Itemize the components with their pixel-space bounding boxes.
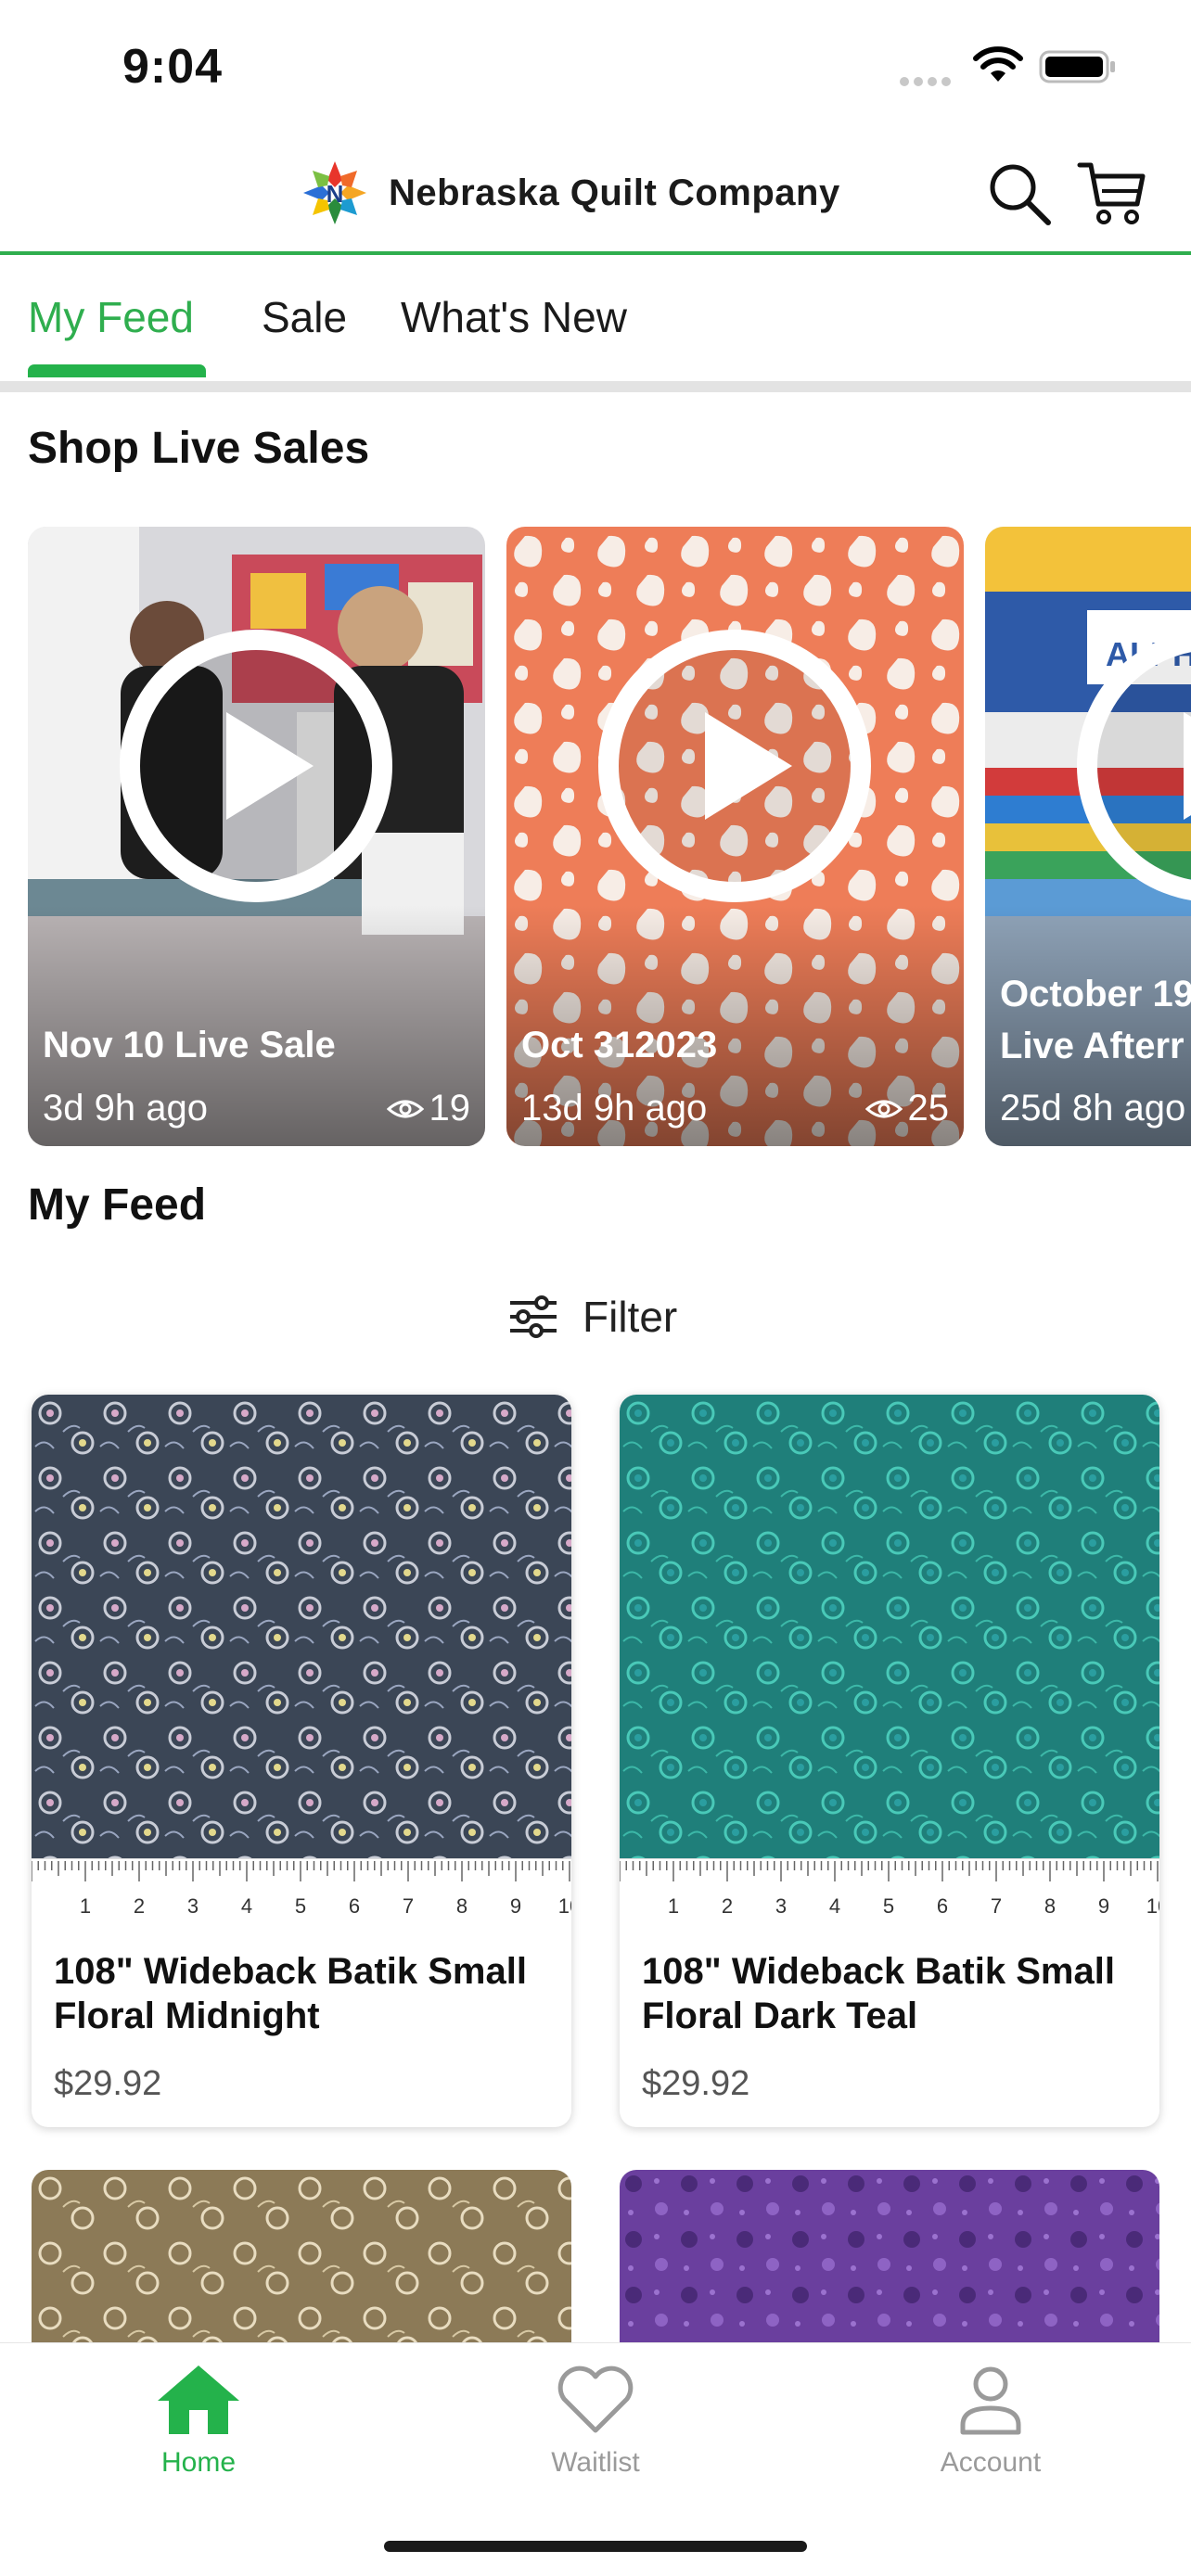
status-bar: 9:04 xyxy=(0,0,1191,130)
live-sale-card[interactable]: Oct 312023 13d 9h ago 25 xyxy=(506,527,964,1146)
nav-waitlist[interactable]: Waitlist xyxy=(503,2362,688,2479)
ruler-number: 1 xyxy=(668,1894,679,1918)
product-card[interactable]: 1 2 3 4 5 6 7 8 9 10 108" Wideback Batik Small Fl… xyxy=(32,1395,571,2127)
nav-account[interactable]: Account xyxy=(898,2362,1083,2479)
ruler-number: 1 xyxy=(80,1894,91,1918)
home-icon xyxy=(158,2366,239,2434)
top-tabs: My Feed Sale What's New xyxy=(0,259,1191,381)
nav-waitlist-label: Waitlist xyxy=(551,2447,640,2478)
ruler-ticks: 1 2 3 4 5 6 7 8 9 10 xyxy=(620,1861,1159,1918)
tab-sale[interactable]: Sale xyxy=(262,292,347,342)
product-image xyxy=(32,1395,571,1858)
brand-logo-icon: N xyxy=(303,161,366,224)
home-indicator xyxy=(384,2541,807,2552)
eye-icon xyxy=(864,1100,903,1117)
live-sales-carousel[interactable]: Nov 10 Live Sale 3d 9h ago 19 Oct 312023… xyxy=(0,527,1191,1148)
live-sale-title: Oct 312023 xyxy=(521,1025,718,1065)
product-image xyxy=(620,1395,1159,1858)
live-sales-heading: Shop Live Sales xyxy=(28,424,370,473)
live-sale-title: October 19 Live Afterr xyxy=(1000,968,1191,1072)
feed-heading: My Feed xyxy=(28,1180,207,1230)
product-card-partial[interactable] xyxy=(32,2170,571,2346)
live-sale-title-line1: October 19 xyxy=(1000,974,1191,1014)
ruler-number: 4 xyxy=(241,1894,252,1918)
ruler-ticks: 1 2 3 4 5 6 7 8 9 10 xyxy=(32,1861,571,1918)
ruler-number: 6 xyxy=(937,1894,948,1918)
live-sale-card[interactable]: ALPH October 19 Live Afterr 25d 8h ago xyxy=(985,527,1191,1146)
ruler-number: 5 xyxy=(295,1894,306,1918)
app-header: N Nebraska Quilt Company xyxy=(0,130,1191,255)
wifi-icon xyxy=(973,46,1023,82)
tab-my-feed[interactable]: My Feed xyxy=(28,292,194,342)
product-card-partial[interactable] xyxy=(620,2170,1159,2346)
ruler-number: 9 xyxy=(510,1894,521,1918)
ruler-number: 7 xyxy=(991,1894,1002,1918)
ruler-number: 10 xyxy=(558,1894,571,1918)
ruler-number: 3 xyxy=(775,1894,787,1918)
product-price: $29.92 xyxy=(54,2064,162,2103)
ruler-number: 7 xyxy=(403,1894,414,1918)
ruler-number: 6 xyxy=(349,1894,360,1918)
product-image xyxy=(32,2170,571,2346)
filter-label: Filter xyxy=(583,1293,678,1341)
nav-home-label: Home xyxy=(160,2447,237,2478)
ruler-number: 4 xyxy=(829,1894,840,1918)
svg-text:N: N xyxy=(327,180,344,208)
brand-name: Nebraska Quilt Company xyxy=(389,172,840,213)
view-count-value: 19 xyxy=(429,1088,471,1129)
cart-icon[interactable] xyxy=(1076,158,1148,230)
signal-icon xyxy=(900,74,955,86)
view-count-value: 25 xyxy=(907,1088,950,1129)
live-sale-ago: 25d 8h ago xyxy=(1000,1088,1186,1129)
view-count: 19 xyxy=(386,1088,471,1129)
tabs-divider xyxy=(0,381,1191,392)
live-sale-ago: 3d 9h ago xyxy=(43,1088,208,1129)
product-name: 108" Wideback Batik Small Floral Dark Te… xyxy=(642,1951,1115,2036)
product-card[interactable]: 1 2 3 4 5 6 7 8 9 10 108" Wideback Batik Small Fl… xyxy=(620,1395,1159,2127)
heart-icon xyxy=(557,2366,634,2433)
live-sale-title: Nov 10 Live Sale xyxy=(43,1025,336,1065)
ruler-number: 8 xyxy=(456,1894,467,1918)
ruler-number: 2 xyxy=(722,1894,733,1918)
ruler-number: 5 xyxy=(883,1894,894,1918)
ruler-strip: 1 2 3 4 5 6 7 8 9 10 xyxy=(32,1858,571,1932)
nav-home[interactable]: Home xyxy=(106,2362,291,2479)
ruler-number: 3 xyxy=(187,1894,198,1918)
ruler-number: 9 xyxy=(1098,1894,1109,1918)
battery-icon xyxy=(1039,50,1115,83)
person-icon xyxy=(960,2366,1021,2435)
nav-account-label: Account xyxy=(940,2447,1042,2478)
status-time: 9:04 xyxy=(122,40,224,94)
live-sale-title-line2: Live Afterr xyxy=(1000,1026,1185,1066)
filter-sliders-icon xyxy=(510,1295,557,1338)
ruler-number: 8 xyxy=(1044,1894,1056,1918)
view-count: 25 xyxy=(864,1088,950,1129)
product-image xyxy=(620,2170,1159,2346)
eye-icon xyxy=(386,1100,424,1117)
tab-whats-new[interactable]: What's New xyxy=(401,292,627,342)
product-name: 108" Wideback Batik Small Floral Midnigh… xyxy=(54,1951,527,2036)
active-tab-indicator xyxy=(28,364,206,377)
product-price: $29.92 xyxy=(642,2064,750,2103)
ruler-strip: 1 2 3 4 5 6 7 8 9 10 xyxy=(620,1858,1159,1932)
brand[interactable]: N Nebraska Quilt Company xyxy=(301,158,840,228)
live-sale-card[interactable]: Nov 10 Live Sale 3d 9h ago 19 xyxy=(28,527,485,1146)
ruler-number: 2 xyxy=(134,1894,145,1918)
live-sale-ago: 13d 9h ago xyxy=(521,1088,708,1129)
play-icon[interactable] xyxy=(1074,627,1191,905)
play-icon[interactable] xyxy=(596,627,874,905)
ruler-number: 10 xyxy=(1146,1894,1159,1918)
search-icon[interactable] xyxy=(983,158,1056,230)
filter-button[interactable]: Filter xyxy=(508,1289,677,1345)
play-icon[interactable] xyxy=(117,627,395,905)
